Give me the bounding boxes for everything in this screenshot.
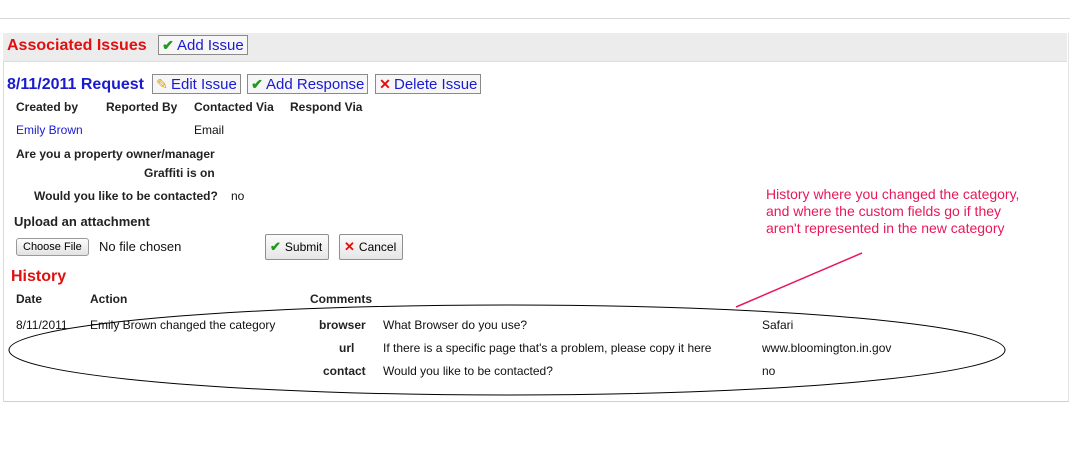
annotation-line: aren't represented in the new category (766, 220, 1005, 236)
annotation-line: and where the custom fields go if they (766, 203, 1002, 219)
annotation-ellipse (8, 304, 1006, 396)
annotation-line: History where you changed the category, (766, 186, 1020, 202)
annotation-text: History where you changed the category, … (766, 186, 1019, 237)
annotation-pointer-line (735, 252, 863, 308)
